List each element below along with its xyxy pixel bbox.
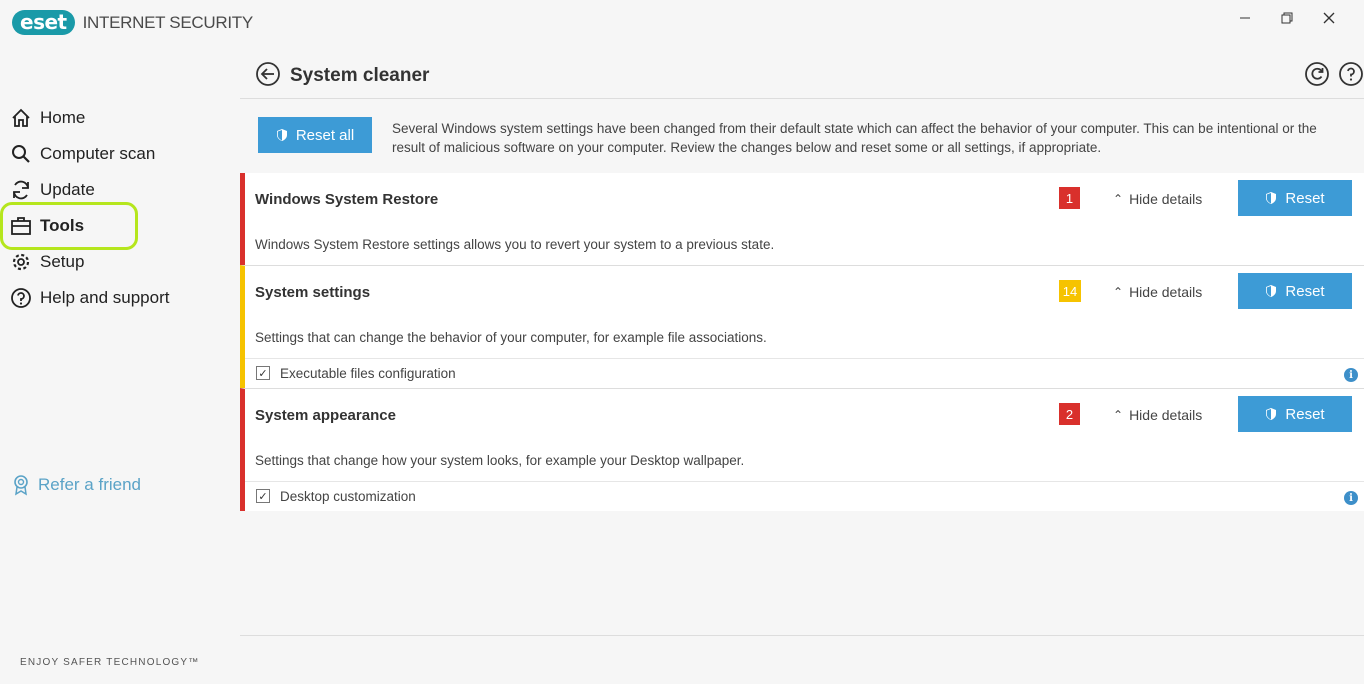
product-name: INTERNET SECURITY xyxy=(82,12,254,32)
tools-highlight-annotation xyxy=(0,202,138,250)
page-title: System cleaner xyxy=(290,65,430,86)
minimize-icon xyxy=(1240,17,1250,19)
help-icon xyxy=(11,288,31,308)
sidebar-item-label: Setup xyxy=(40,252,85,271)
item-label: Desktop customization xyxy=(280,489,416,504)
reset-button[interactable]: Reset xyxy=(1238,180,1352,216)
count-badge: 2 xyxy=(1059,403,1080,425)
chevron-up-icon: ⌃ xyxy=(1113,408,1124,422)
section-title: System settings xyxy=(255,284,371,301)
info-icon[interactable]: i xyxy=(1344,368,1358,382)
count-badge: 1 xyxy=(1059,187,1080,209)
back-arrow-icon xyxy=(256,62,280,86)
chevron-up-icon: ⌃ xyxy=(1113,192,1124,206)
section-title: Windows System Restore xyxy=(255,191,439,208)
shield-icon xyxy=(276,129,287,141)
back-button[interactable] xyxy=(255,61,281,92)
close-icon xyxy=(1323,12,1335,24)
reset-all-button[interactable]: Reset all xyxy=(258,117,372,153)
reset-label: Reset xyxy=(1285,405,1325,423)
refresh-icon xyxy=(13,180,29,200)
refresh-icon[interactable] xyxy=(1304,61,1330,87)
section-title: System appearance xyxy=(255,407,396,424)
main-panel: System cleaner Reset all Several Windows… xyxy=(240,55,1364,636)
sidebar-item-label: Computer scan xyxy=(40,144,156,163)
tagline: ENJOY SAFER TECHNOLOGY™ xyxy=(20,657,200,668)
section-description: Windows System Restore settings allows y… xyxy=(255,237,775,252)
home-icon xyxy=(12,108,30,127)
intro-text: Several Windows system settings have bee… xyxy=(392,121,1317,155)
shield-icon xyxy=(1266,192,1277,204)
sidebar-item-label: Home xyxy=(40,108,86,127)
sidebar-item-help[interactable]: Help and support xyxy=(0,280,230,316)
eset-logo: eset xyxy=(12,10,75,35)
reset-button[interactable]: Reset xyxy=(1238,396,1352,432)
reset-all-label: Reset all xyxy=(295,126,355,144)
chevron-up-icon: ⌃ xyxy=(1113,285,1124,299)
window-controls xyxy=(1224,6,1350,30)
sidebar-item-label: Update xyxy=(40,180,95,199)
intro-area: Reset all Several Windows system setting… xyxy=(240,99,1364,173)
hide-details-toggle[interactable]: ⌃ Hide details xyxy=(1113,191,1202,207)
list-item: ✓ Desktop customization i xyxy=(245,481,1364,511)
minimize-button[interactable] xyxy=(1224,6,1266,30)
section-description: Settings that change how your system loo… xyxy=(255,453,745,468)
item-label: Executable files configuration xyxy=(280,366,456,381)
section-windows-system-restore: Windows System Restore 1 ⌃ Hide details … xyxy=(240,173,1364,265)
count-badge: 14 xyxy=(1059,280,1081,302)
section-system-settings: System settings 14 ⌃ Hide details Reset … xyxy=(240,265,1364,388)
shield-icon xyxy=(1266,408,1277,420)
refer-label: Refer a friend xyxy=(38,475,141,494)
award-icon xyxy=(14,475,28,496)
section-header: System settings 14 ⌃ Hide details Reset xyxy=(245,266,1364,318)
hide-details-toggle[interactable]: ⌃ Hide details xyxy=(1113,407,1202,423)
item-checkbox[interactable]: ✓ xyxy=(256,489,270,503)
section-system-appearance: System appearance 2 ⌃ Hide details Reset… xyxy=(240,388,1364,511)
sidebar-item-label: Help and support xyxy=(40,288,170,307)
reset-label: Reset xyxy=(1285,282,1325,300)
section-header: Windows System Restore 1 ⌃ Hide details … xyxy=(245,173,1364,225)
hide-details-label: Hide details xyxy=(1129,191,1203,207)
help-icon[interactable] xyxy=(1338,61,1364,87)
shield-icon xyxy=(1266,285,1277,297)
hide-details-label: Hide details xyxy=(1129,284,1203,300)
restore-icon xyxy=(1281,12,1293,24)
sidebar-item-computer-scan[interactable]: Computer scan xyxy=(0,136,230,172)
refer-a-friend-link[interactable]: Refer a friend xyxy=(12,474,141,496)
page-header: System cleaner xyxy=(240,55,1364,99)
header-actions xyxy=(1304,61,1364,87)
search-icon xyxy=(12,145,30,163)
section-header: System appearance 2 ⌃ Hide details Reset xyxy=(245,389,1364,441)
list-item: ✓ Executable files configuration i xyxy=(245,358,1364,388)
sidebar-item-home[interactable]: Home xyxy=(0,100,230,136)
gear-icon xyxy=(12,253,30,271)
reset-label: Reset xyxy=(1285,189,1325,207)
item-checkbox[interactable]: ✓ xyxy=(256,366,270,380)
restore-button[interactable] xyxy=(1266,6,1308,30)
info-icon[interactable]: i xyxy=(1344,491,1358,505)
section-description: Settings that can change the behavior of… xyxy=(255,330,767,345)
close-button[interactable] xyxy=(1308,6,1350,30)
hide-details-label: Hide details xyxy=(1129,407,1203,423)
app-logo: eset INTERNET SECURITY xyxy=(12,10,253,35)
hide-details-toggle[interactable]: ⌃ Hide details xyxy=(1113,284,1202,300)
reset-button[interactable]: Reset xyxy=(1238,273,1352,309)
